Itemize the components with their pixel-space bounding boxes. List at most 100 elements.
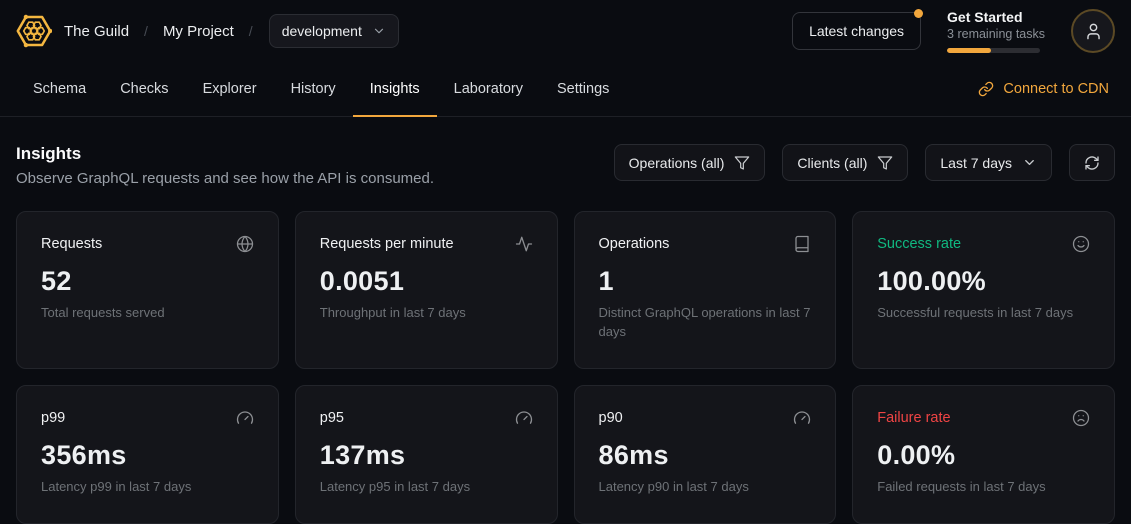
stat-card-header: Failure rate [877,409,1090,427]
stat-card-description: Latency p95 in last 7 days [320,478,533,497]
stat-card-label: Success rate [877,236,961,252]
stat-card-description: Total requests served [41,304,254,323]
tab-checks[interactable]: Checks [103,62,185,116]
filters-bar: Operations (all) Clients (all) Last 7 da… [614,144,1115,181]
refresh-icon [1084,155,1100,171]
top-bar: The Guild / My Project / development Lat… [0,0,1131,62]
get-started-subtitle: 3 remaining tasks [947,26,1045,42]
connect-cdn-button[interactable]: Connect to CDN [972,62,1115,116]
page-title: Insights [16,144,434,164]
hive-logo-icon[interactable] [16,13,52,49]
operations-filter-button[interactable]: Operations (all) [614,144,766,181]
insights-page: Insights Observe GraphQL requests and se… [0,144,1131,524]
gauge-icon [793,409,811,427]
stat-card-icon-slot [1072,409,1090,427]
stat-card-header: p95 [320,409,533,427]
stat-card-value: 0.00% [877,440,1090,471]
breadcrumb-org[interactable]: The Guild [64,23,129,40]
activity-icon [515,235,533,253]
stat-card-icon-slot [515,409,533,427]
get-started-progress [947,48,1040,53]
refresh-button[interactable] [1069,144,1115,181]
stat-card-value: 100.00% [877,266,1090,297]
tab-explorer[interactable]: Explorer [186,62,274,116]
stat-card-label: p95 [320,410,344,426]
stat-card-label: Operations [599,236,670,252]
main-nav: SchemaChecksExplorerHistoryInsightsLabor… [0,62,1131,117]
period-select-value: Last 7 days [940,155,1012,171]
stat-card-icon-slot [236,409,254,427]
notification-dot [914,9,923,18]
title-block: Insights Observe GraphQL requests and se… [16,144,434,187]
stat-card-header: p90 [599,409,812,427]
stat-card-value: 86ms [599,440,812,471]
get-started-widget[interactable]: Get Started 3 remaining tasks [947,9,1045,54]
stats-grid: Requests 52 Total requests served Reques… [16,211,1115,524]
stat-card: Requests per minute 0.0051 Throughput in… [295,211,558,369]
stat-card-icon-slot [793,235,811,253]
stat-card: Failure rate 0.00% Failed requests in la… [852,385,1115,524]
stat-card-header: Success rate [877,235,1090,253]
breadcrumb-separator: / [144,23,148,39]
tab-settings[interactable]: Settings [540,62,626,116]
breadcrumb-separator: / [249,23,253,39]
stat-card-label: p90 [599,410,623,426]
smile-icon [1072,235,1090,253]
user-avatar[interactable] [1071,9,1115,53]
tab-history[interactable]: History [274,62,353,116]
page-subtitle: Observe GraphQL requests and see how the… [16,170,434,187]
chevron-down-icon [1022,155,1037,170]
get-started-title: Get Started [947,9,1045,27]
latest-changes-button[interactable]: Latest changes [792,12,921,50]
stat-card-value: 137ms [320,440,533,471]
book-icon [793,235,811,253]
stat-card: p90 86ms Latency p90 in last 7 days [574,385,837,524]
breadcrumb: The Guild / My Project / [64,23,253,40]
stat-card-icon-slot [236,235,254,253]
section-header: Insights Observe GraphQL requests and se… [16,144,1115,187]
stat-card-value: 356ms [41,440,254,471]
target-select[interactable]: development [269,14,399,48]
stat-card: p99 356ms Latency p99 in last 7 days [16,385,279,524]
stat-card-description: Throughput in last 7 days [320,304,533,323]
stat-card-value: 0.0051 [320,266,533,297]
stat-card: p95 137ms Latency p95 in last 7 days [295,385,558,524]
stat-card: Requests 52 Total requests served [16,211,279,369]
stat-card-header: Operations [599,235,812,253]
stat-card-description: Distinct GraphQL operations in last 7 da… [599,304,812,342]
latest-changes-label: Latest changes [809,23,904,39]
gauge-icon [515,409,533,427]
stat-card-label: Requests [41,236,102,252]
breadcrumb-project[interactable]: My Project [163,23,234,40]
nav-tabs: SchemaChecksExplorerHistoryInsightsLabor… [16,62,626,116]
user-icon [1084,22,1103,41]
gauge-icon [236,409,254,427]
period-select[interactable]: Last 7 days [925,144,1052,181]
stat-card: Operations 1 Distinct GraphQL operations… [574,211,837,369]
stat-card-description: Failed requests in last 7 days [877,478,1090,497]
funnel-icon [734,155,750,171]
stat-card-header: Requests [41,235,254,253]
stat-card-label: p99 [41,410,65,426]
stat-card-description: Latency p90 in last 7 days [599,478,812,497]
funnel-icon [877,155,893,171]
stat-card-label: Requests per minute [320,236,454,252]
link-icon [978,81,994,97]
target-select-value: development [282,23,362,39]
get-started-progress-fill [947,48,991,53]
tab-insights[interactable]: Insights [353,62,437,116]
tab-schema[interactable]: Schema [16,62,103,116]
operations-filter-label: Operations (all) [629,155,725,171]
stat-card-icon-slot [1072,235,1090,253]
chevron-down-icon [372,24,386,38]
stat-card-header: p99 [41,409,254,427]
tab-laboratory[interactable]: Laboratory [437,62,540,116]
stat-card-value: 1 [599,266,812,297]
frown-icon [1072,409,1090,427]
globe-icon [236,235,254,253]
stat-card-icon-slot [793,409,811,427]
stat-card-header: Requests per minute [320,235,533,253]
stat-card: Success rate 100.00% Successful requests… [852,211,1115,369]
stat-card-value: 52 [41,266,254,297]
clients-filter-button[interactable]: Clients (all) [782,144,908,181]
